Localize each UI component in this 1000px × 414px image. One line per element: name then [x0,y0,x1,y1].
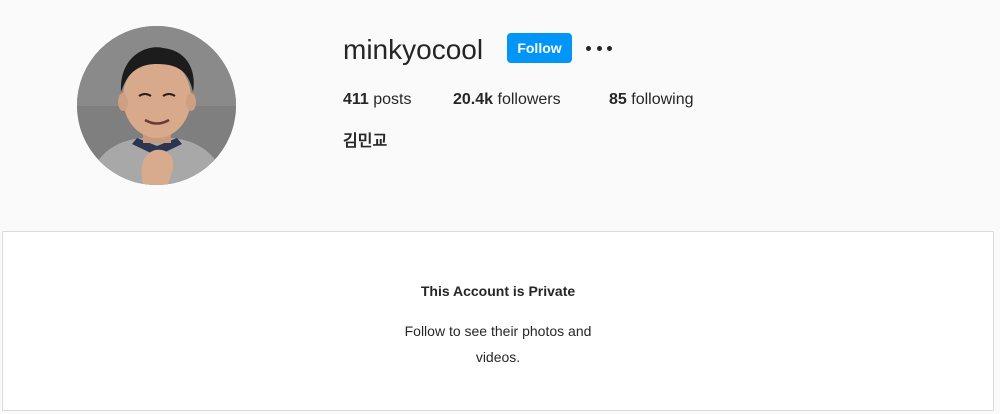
more-dot [586,45,591,51]
follow-button[interactable]: Follow [507,33,572,63]
following-count: 85 [609,91,627,108]
followers-count: 20.4k [453,91,494,108]
more-dot [607,45,612,51]
following-label: following [626,91,694,108]
posts-count: 411 [343,91,369,108]
private-account-description: Follow to see their photos and videos. [404,323,592,365]
posts-stat: 411 posts [343,90,412,110]
following-stat[interactable]: 85 following [609,90,694,110]
profile-username: minkyocool [343,34,484,65]
followers-label: followers [493,91,561,108]
followers-stat[interactable]: 20.4k followers [453,90,561,110]
avatar[interactable] [77,26,236,185]
private-account-title: This Account is Private [420,283,576,299]
more-dot [596,45,602,51]
profile-full-name: 김민교 [343,133,388,150]
profile-photo [77,26,236,185]
more-options-icon[interactable] [586,37,612,59]
private-account-panel: This Account is Private Follow to see th… [2,231,994,411]
posts-label: posts [368,91,412,108]
